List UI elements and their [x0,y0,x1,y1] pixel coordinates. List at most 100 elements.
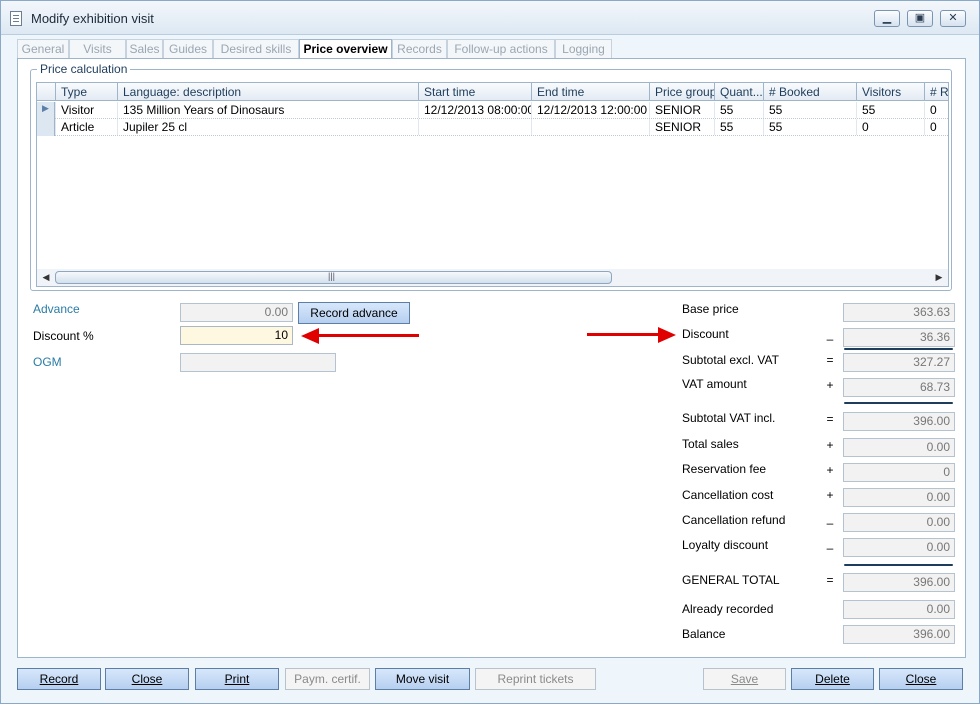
tab-price-overview[interactable]: Price overview [299,39,392,60]
tab-general[interactable]: General [17,39,69,59]
reservation-fee-field: 0 [843,463,955,482]
advance-field[interactable]: 0.00 [180,303,293,322]
cancellation-refund-field: 0.00 [843,513,955,532]
record-advance-button[interactable]: Record advance [298,302,410,324]
minus-operator: – [826,516,834,530]
tab-follow-up-actions[interactable]: Follow-up actions [447,39,555,59]
cell-quantity[interactable]: 55 [714,102,763,118]
balance-field: 396.00 [843,625,955,644]
horizontal-scrollbar[interactable]: ◀ ||| ▶ [37,269,948,286]
close-button-secondary-label: Close [905,672,937,686]
column-booked[interactable]: # Booked [763,83,856,100]
delete-button-label: Delete [815,672,850,686]
equals-operator: = [826,412,834,426]
annotation-arrow-left [319,334,419,337]
close-button-secondary[interactable]: Close [879,668,963,690]
cell-type[interactable]: Visitor [55,102,117,118]
tab-sales[interactable]: Sales [126,39,163,59]
advance-label: Advance [33,302,80,316]
balance-label: Balance [682,627,726,641]
column-visitors[interactable]: Visitors [856,83,924,100]
cell-description[interactable]: 135 Million Years of Dinosaurs [117,102,418,118]
equals-operator: = [826,573,834,587]
column-end-time[interactable]: End time [531,83,649,100]
save-button[interactable]: Save [703,668,786,690]
annotation-arrow-right [587,333,659,336]
cell-visitors[interactable]: 55 [856,102,924,118]
already-recorded-label: Already recorded [682,602,774,616]
column-start-time[interactable]: Start time [418,83,531,100]
column-type[interactable]: Type [55,83,117,100]
cell-start-time[interactable] [418,119,531,135]
row-selector[interactable]: ▶ [37,102,55,119]
separator-line [844,348,953,350]
row-header-column [37,83,55,100]
already-recorded-field: 0.00 [843,600,955,619]
column-quantity[interactable]: Quant... [714,83,763,100]
tab-desired-skills[interactable]: Desired skills [213,39,299,59]
total-sales-field: 0.00 [843,438,955,457]
minus-operator: – [826,541,834,555]
tab-logging[interactable]: Logging [555,39,612,59]
ogm-label: OGM [33,355,62,369]
discount-label: Discount [682,327,729,341]
cell-description[interactable]: Jupiler 25 cl [117,119,418,135]
cell-booked[interactable]: 55 [763,102,856,118]
subtotal-excl-vat-field: 327.27 [843,353,955,372]
cell-end-time[interactable] [531,119,649,135]
tab-visits[interactable]: Visits [69,39,126,59]
cell-visitors[interactable]: 0 [856,119,924,135]
cell-r[interactable]: 0 [924,119,948,135]
row-pointer-icon: ▶ [42,103,49,113]
ogm-field[interactable] [180,353,336,372]
column-price-group[interactable]: Price group [649,83,714,100]
cell-type[interactable]: Article [55,119,117,135]
cell-start-time[interactable]: 12/12/2013 08:00:00 [418,102,531,118]
maximize-icon: ▣ [914,12,926,24]
grip-icon: ||| [328,271,336,281]
separator-line [844,564,953,566]
reprint-tickets-button[interactable]: Reprint tickets [475,668,596,690]
scroll-thumb[interactable]: ||| [55,271,612,284]
exhibition-visit-window: Modify exhibition visit ▁ ▣ ✕ General Vi… [0,0,980,704]
plus-operator: + [826,488,834,502]
cell-price-group[interactable]: SENIOR [649,102,714,118]
close-icon: ✕ [948,12,958,24]
reservation-fee-label: Reservation fee [682,462,767,476]
scroll-left-icon[interactable]: ◀ [39,270,53,284]
discount-field: 36.36 [843,328,955,347]
print-button-label: Print [224,672,250,686]
column-description[interactable]: Language: description [117,83,418,100]
scroll-right-icon[interactable]: ▶ [932,270,946,284]
minimize-button[interactable]: ▁ [874,10,900,27]
price-calculation-grid: Type Language: description Start time En… [36,82,949,287]
print-button[interactable]: Print [195,668,279,690]
table-row[interactable]: Article Jupiler 25 cl SENIOR 55 55 0 0 [37,119,948,136]
cell-booked[interactable]: 55 [763,119,856,135]
close-button[interactable]: Close [105,668,189,690]
tab-records[interactable]: Records [392,39,447,59]
cell-r[interactable]: 0 [924,102,948,118]
plus-operator: + [826,438,834,452]
grid-header: Type Language: description Start time En… [37,83,948,101]
delete-button[interactable]: Delete [791,668,874,690]
loyalty-discount-label: Loyalty discount [682,538,769,552]
maximize-button[interactable]: ▣ [907,10,933,27]
column-r[interactable]: # R [924,83,948,100]
row-selector[interactable] [37,119,55,136]
cancellation-refund-label: Cancellation refund [682,513,786,527]
cell-quantity[interactable]: 55 [714,119,763,135]
record-button[interactable]: Record [17,668,101,690]
move-visit-button[interactable]: Move visit [375,668,470,690]
record-button-label: Record [39,672,79,686]
close-window-button[interactable]: ✕ [940,10,966,27]
cell-end-time[interactable]: 12/12/2013 12:00:00 [531,102,649,118]
cell-price-group[interactable]: SENIOR [649,119,714,135]
payment-certificate-button[interactable]: Paym. certif. [285,668,370,690]
table-row[interactable]: ▶ Visitor 135 Million Years of Dinosaurs… [37,102,948,119]
arrow-left-icon [301,328,319,344]
minus-operator: – [826,332,834,346]
tab-guides[interactable]: Guides [163,39,213,59]
plus-operator: + [826,378,834,392]
discount-percent-input[interactable]: 10 [180,326,293,345]
